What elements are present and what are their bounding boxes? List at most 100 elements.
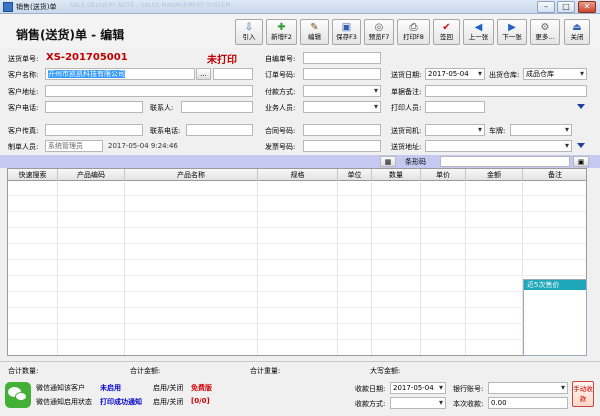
- printer-icon: ⎙: [409, 22, 418, 33]
- order-no-input[interactable]: [303, 68, 381, 80]
- manual-pay-button[interactable]: 手动收款: [572, 381, 594, 407]
- warehouse-label: 出货仓库:: [489, 71, 520, 79]
- import-icon: ⇩: [244, 22, 254, 33]
- grid-col-header[interactable]: 产品名称: [125, 169, 258, 181]
- total-weight-label: 合计重量:: [250, 367, 281, 375]
- ship-date-picker[interactable]: 2017-05-04: [425, 68, 485, 80]
- grid-col-header[interactable]: 备注: [523, 169, 586, 181]
- expand-arrow-icon[interactable]: [577, 104, 585, 109]
- warehouse-select[interactable]: 成品仓库: [523, 68, 587, 80]
- table-row[interactable]: [8, 325, 586, 340]
- vehicle-select[interactable]: [510, 124, 572, 136]
- product-grid[interactable]: 快速搜索 产品编码 产品名称 规格 单位 数量 单价 金额 备注: [7, 168, 587, 356]
- barcode-input[interactable]: [440, 156, 570, 167]
- fax-input[interactable]: [45, 124, 143, 136]
- next-button[interactable]: ▶ 下一张: [497, 19, 527, 45]
- payment-label: 付款方式:: [265, 88, 296, 96]
- fax-label: 客户传真:: [8, 127, 39, 135]
- bank-label: 银行账号:: [453, 385, 484, 393]
- wx-customer-status: 未启用: [100, 384, 121, 392]
- grid-col-header[interactable]: 快速搜索: [8, 169, 58, 181]
- invoice-input[interactable]: [303, 140, 381, 152]
- table-row[interactable]: [8, 309, 586, 324]
- new-button[interactable]: ✚ 新增F2: [266, 19, 297, 45]
- address-input[interactable]: [45, 85, 253, 97]
- edit-button-label: 编辑: [308, 33, 321, 41]
- address-label: 客户地址:: [8, 88, 39, 96]
- next-icon: ▶: [508, 22, 516, 33]
- table-row[interactable]: [8, 277, 586, 292]
- maximize-button[interactable]: □: [557, 1, 575, 13]
- window-title: 销售(送货)单: [16, 3, 57, 11]
- grid-col-header[interactable]: 产品编码: [58, 169, 125, 181]
- order-no-label: 订单号码:: [265, 71, 296, 79]
- ship-addr-select[interactable]: [425, 140, 572, 152]
- next-button-label: 下一张: [502, 33, 522, 41]
- bank-select[interactable]: [488, 382, 568, 394]
- pay-date-picker[interactable]: 2017-05-04: [390, 382, 446, 394]
- pay-method-select[interactable]: [390, 397, 446, 409]
- barcode-image-icon[interactable]: ▣: [573, 156, 589, 167]
- table-row[interactable]: [8, 229, 586, 244]
- table-row[interactable]: [8, 245, 586, 260]
- this-pay-input[interactable]: 0.00: [488, 397, 568, 409]
- more-button[interactable]: ⚙ 更多...: [530, 19, 560, 45]
- notify-count: [0/0]: [191, 397, 210, 405]
- table-row[interactable]: [8, 181, 586, 196]
- this-pay-label: 本次收款:: [453, 400, 484, 408]
- window-close-button[interactable]: ✕: [578, 1, 596, 13]
- grid-col-header[interactable]: 数量: [372, 169, 421, 181]
- print-button[interactable]: ⎙ 打印F8: [397, 19, 430, 45]
- grid-header: 快速搜索 产品编码 产品名称 规格 单位 数量 单价 金额 备注: [8, 169, 586, 181]
- contact-input[interactable]: [181, 101, 253, 113]
- print-status: 未打印: [207, 55, 237, 66]
- save-button[interactable]: ▣ 保存F3: [332, 19, 361, 45]
- contract-input[interactable]: [303, 124, 381, 136]
- recent-price-title: 近5次售价: [524, 280, 586, 290]
- toggle2-link[interactable]: 启用/关闭: [153, 397, 183, 407]
- invoice-label: 发票号码:: [265, 143, 296, 151]
- self-no-input[interactable]: [303, 52, 381, 64]
- phone-input[interactable]: [45, 101, 143, 113]
- salesman-select[interactable]: [303, 101, 381, 113]
- signback-button[interactable]: ✔ 签回: [433, 19, 460, 45]
- save-icon: ▣: [341, 22, 352, 33]
- check-icon: ✔: [442, 22, 451, 33]
- contract-label: 合同号码:: [265, 127, 296, 135]
- bottom-panel: 微信通知该客户 未启用 启用/关闭 免费版 微信通知启用状态 打印成功通知 启用…: [0, 377, 600, 416]
- preview-button[interactable]: ◎ 预览F7: [364, 19, 394, 45]
- close-button[interactable]: ⏏ 关闭: [564, 19, 590, 45]
- barcode-scan-icon[interactable]: ▦: [380, 156, 396, 167]
- table-row[interactable]: [8, 261, 586, 276]
- payment-select[interactable]: [303, 85, 381, 97]
- table-row[interactable]: [8, 341, 586, 355]
- grid-col-header[interactable]: 单价: [421, 169, 466, 181]
- grid-col-header[interactable]: 单位: [338, 169, 372, 181]
- total-amount-label: 合计金额:: [130, 367, 161, 375]
- grid-col-header[interactable]: 规格: [258, 169, 338, 181]
- prev-button[interactable]: ◀ 上一张: [463, 19, 494, 45]
- customer-lookup-button[interactable]: ...: [196, 68, 211, 80]
- capital-amount-label: 大写金额:: [370, 367, 401, 375]
- free-edition-badge: 免费版: [191, 384, 212, 392]
- toggle1-link[interactable]: 启用/关闭: [153, 383, 183, 393]
- minimize-button[interactable]: –: [537, 1, 555, 13]
- table-row[interactable]: [8, 293, 586, 308]
- edit-button[interactable]: ✎ 编辑: [300, 19, 329, 45]
- customer-extra-input[interactable]: [213, 68, 253, 80]
- printer-input[interactable]: [425, 101, 485, 113]
- grid-col-header[interactable]: 金额: [466, 169, 523, 181]
- pay-date-label: 收款日期:: [355, 385, 386, 393]
- remark-input[interactable]: [425, 85, 587, 97]
- table-row[interactable]: [8, 197, 586, 212]
- import-button-label: 引入: [242, 33, 256, 41]
- edit-icon: ✎: [310, 22, 319, 33]
- expand-arrow-2-icon[interactable]: [577, 143, 585, 148]
- new-button-label: 新增F2: [271, 33, 292, 41]
- table-row[interactable]: [8, 213, 586, 228]
- salesman-label: 业务人员:: [265, 104, 296, 112]
- customer-input[interactable]: 开州市凯凯科技有限公司: [45, 68, 195, 80]
- import-button[interactable]: ⇩ 引入: [235, 19, 263, 45]
- contact-phone-input[interactable]: [186, 124, 253, 136]
- driver-select[interactable]: [425, 124, 485, 136]
